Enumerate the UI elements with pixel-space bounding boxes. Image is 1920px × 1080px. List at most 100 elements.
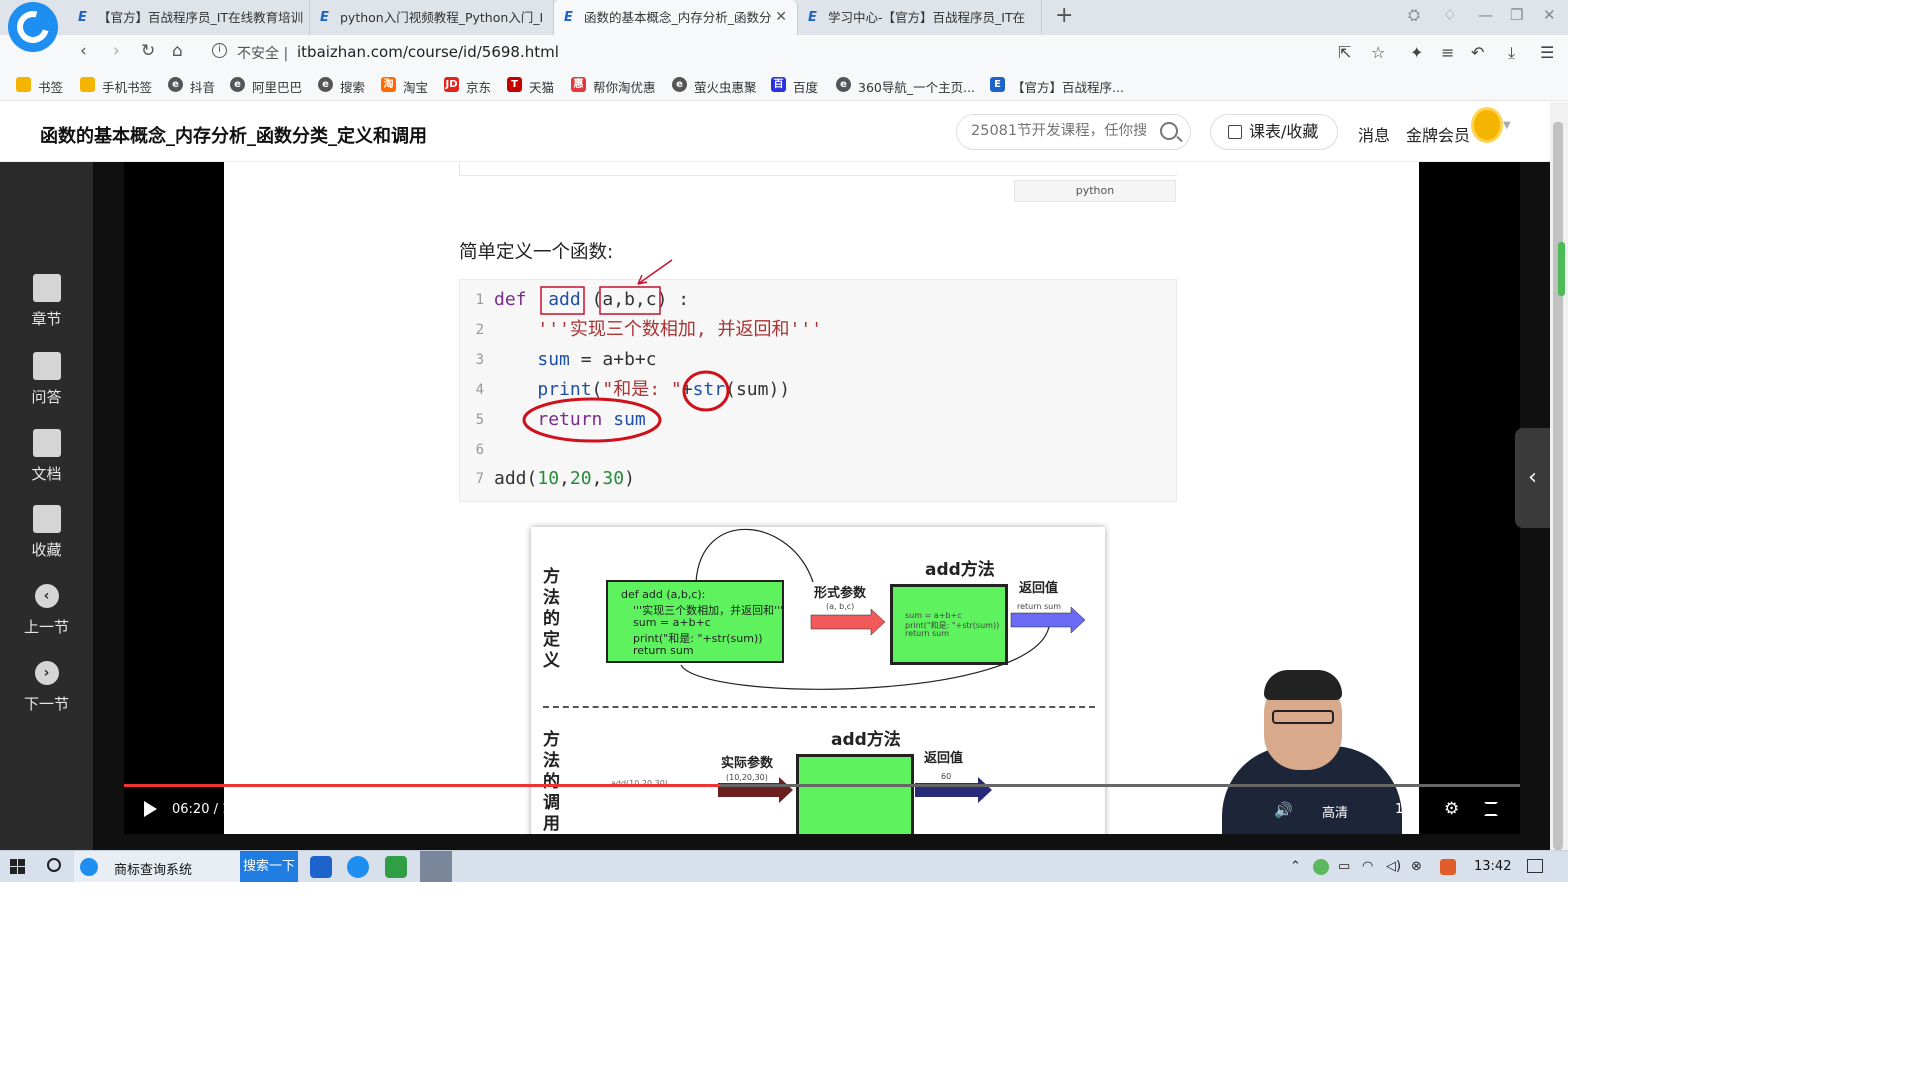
notification-icon[interactable] xyxy=(1527,859,1543,873)
player-controls: 06:20 / 14:54 🔊 高清 1x ⚙ xyxy=(124,787,1520,834)
schedule-favorites-button[interactable]: 课表/收藏 xyxy=(1210,114,1338,150)
bookmark-item[interactable]: e 阿里巴巴 xyxy=(230,77,302,96)
volume-icon[interactable]: 🔊 xyxy=(1274,801,1293,819)
battery-icon[interactable]: ▭ xyxy=(1338,859,1350,874)
network-icon[interactable]: ◠ xyxy=(1362,859,1373,874)
info-icon[interactable]: i xyxy=(212,43,227,58)
browser-e-icon: e xyxy=(230,77,245,92)
back-icon[interactable]: ‹ xyxy=(80,41,87,61)
skin-icon[interactable]: ♢ xyxy=(1443,6,1456,24)
sidebar-item-favorites[interactable]: 收藏 xyxy=(0,505,93,560)
panel-toggle-button[interactable]: ‹ xyxy=(1515,428,1550,528)
bookmark-item[interactable]: e 360导航_一个主页... xyxy=(836,77,975,96)
reading-list-icon[interactable]: ≡ xyxy=(1441,43,1454,62)
baizhan-app-icon[interactable] xyxy=(310,856,332,878)
bookmark-item[interactable]: e 搜索 xyxy=(318,77,365,96)
sidebar-item-documents[interactable]: 文档 xyxy=(0,429,93,484)
bookmark-item[interactable]: e 抖音 xyxy=(168,77,215,96)
reload-icon[interactable]: ↻ xyxy=(141,41,155,61)
taobao-icon: 淘 xyxy=(381,77,396,92)
bookmark-item[interactable]: 淘淘宝 xyxy=(381,77,428,96)
new-tab-button[interactable]: + xyxy=(1055,3,1073,28)
star-icon[interactable]: ☆ xyxy=(1371,43,1385,62)
address-bar[interactable]: i 不安全 | itbaizhan.com/course/id/5698.htm… xyxy=(200,38,1400,66)
baizhan-favicon-icon: E xyxy=(564,10,573,25)
chevron-down-icon[interactable]: ▼ xyxy=(1503,120,1511,131)
taskbar-browser-app[interactable]: 商标查询系统 xyxy=(74,851,240,882)
download-icon[interactable]: ⤓ xyxy=(1508,43,1515,63)
close-icon[interactable]: ✕ xyxy=(775,0,787,35)
chevron-up-icon[interactable]: ⌃ xyxy=(1290,859,1301,874)
baizhan-icon: E xyxy=(990,77,1005,92)
bookmark-item[interactable]: T 天猫 xyxy=(507,77,554,96)
sidebar-item-prev-lesson[interactable]: ‹ 上一节 xyxy=(0,584,93,637)
search-icon[interactable] xyxy=(47,858,61,872)
browser-tab-2[interactable]: E python入门视频教程_Python入门_I xyxy=(310,0,554,35)
quality-button[interactable]: 高清 xyxy=(1322,802,1348,821)
browser-tab-4[interactable]: E 学习中心-【官方】百战程序员_IT在 xyxy=(798,0,1042,35)
baizhan-favicon-icon: E xyxy=(808,10,817,25)
vip-member-link[interactable]: 金牌会员 xyxy=(1406,122,1470,146)
handwritten-annotations xyxy=(522,259,730,443)
tab-title: 函数的基本概念_内存分析_函数分 xyxy=(584,10,772,25)
previous-code-block xyxy=(459,162,1177,176)
baizhan-favicon-icon: E xyxy=(78,10,87,25)
speed-button[interactable]: 1x xyxy=(1395,802,1411,817)
phone-icon xyxy=(80,77,95,92)
bookmark-item[interactable]: 百百度 xyxy=(771,77,818,96)
sogou-ime-icon[interactable] xyxy=(1440,859,1456,875)
account-icon[interactable]: ⛭ xyxy=(1408,6,1420,24)
search-icon[interactable] xyxy=(1160,122,1178,140)
sidebar-item-next-lesson[interactable]: › 下一节 xyxy=(0,661,93,714)
sidebar-item-chapters[interactable]: 章节 xyxy=(0,274,93,329)
fullscreen-icon[interactable] xyxy=(1484,802,1498,816)
restore-icon[interactable]: ❐ xyxy=(1510,6,1523,24)
home-icon[interactable]: ⌂ xyxy=(172,41,183,61)
browser-e-icon: e xyxy=(318,77,333,92)
tab-strip: E 【官方】百战程序员_IT在线教育培训 E python入门视频教程_Pyth… xyxy=(0,0,1568,35)
taskbar-search-button[interactable]: 搜索一下 xyxy=(240,851,298,882)
messages-link[interactable]: 消息 xyxy=(1358,122,1390,146)
pycharm-icon[interactable] xyxy=(385,856,407,878)
browser-tab-1[interactable]: E 【官方】百战程序员_IT在线教育培训 xyxy=(68,0,310,35)
close-circle-icon[interactable]: ⊗ xyxy=(1411,859,1422,874)
bookmark-item[interactable]: JD 京东 xyxy=(444,77,491,96)
browser-tab-3-active[interactable]: E 函数的基本概念_内存分析_函数分 ✕ xyxy=(554,0,798,35)
search-input[interactable] xyxy=(971,123,1146,139)
open-external-icon[interactable]: ⇱ xyxy=(1338,43,1351,62)
close-window-icon[interactable]: ✕ xyxy=(1543,6,1556,24)
course-search[interactable] xyxy=(956,114,1191,150)
forward-icon[interactable]: › xyxy=(113,41,120,61)
clock: 13:42 xyxy=(1474,859,1512,874)
baizhan-favicon-icon: E xyxy=(320,10,329,25)
actual-params-value: (10,20,30) xyxy=(726,773,768,782)
bookmark-item[interactable]: E 【官方】百战程序... xyxy=(990,77,1124,96)
side-widget-icon[interactable] xyxy=(1558,242,1565,296)
browser-app-icon[interactable] xyxy=(347,856,369,878)
menu-icon[interactable]: ☰ xyxy=(1540,43,1554,62)
url-text[interactable]: itbaizhan.com/course/id/5698.html xyxy=(297,43,559,61)
undo-icon[interactable]: ↶ xyxy=(1471,43,1484,62)
bookmark-item[interactable]: e 萤火虫惠聚 xyxy=(672,77,757,96)
browser-e-icon xyxy=(80,858,98,876)
gear-icon[interactable]: ⚙ xyxy=(1444,799,1459,819)
speaker-icon[interactable]: ◁) xyxy=(1386,859,1401,874)
bookmark-item[interactable]: 惠帮你淘优惠 xyxy=(571,77,656,96)
browser-logo-icon[interactable] xyxy=(8,2,58,52)
minimize-icon[interactable]: — xyxy=(1478,6,1493,24)
page-scrollbar[interactable] xyxy=(1550,102,1568,850)
bookmark-item[interactable]: 书签 xyxy=(16,77,63,96)
security-tray-icon[interactable] xyxy=(1313,859,1329,875)
windows-start-icon[interactable] xyxy=(10,859,26,875)
chevron-left-icon: ‹ xyxy=(1528,465,1537,490)
video-player[interactable]: python 简单定义一个函数: 1 def add (a,b,c) : 2 ''… xyxy=(124,162,1520,834)
time-display: 06:20 / 14:54 xyxy=(172,802,260,817)
play-icon[interactable] xyxy=(144,801,157,817)
extensions-icon[interactable]: ✦ xyxy=(1410,43,1423,62)
document-icon xyxy=(32,429,61,457)
recorder-app-icon[interactable] xyxy=(420,851,452,882)
course-side-nav: 章节 问答 文档 收藏 ‹ 上一节 › 下一节 xyxy=(0,162,93,850)
sidebar-item-qa[interactable]: 问答 xyxy=(0,352,93,407)
scrollbar-thumb[interactable] xyxy=(1553,122,1563,850)
bookmark-item[interactable]: 手机书签 xyxy=(80,77,152,96)
